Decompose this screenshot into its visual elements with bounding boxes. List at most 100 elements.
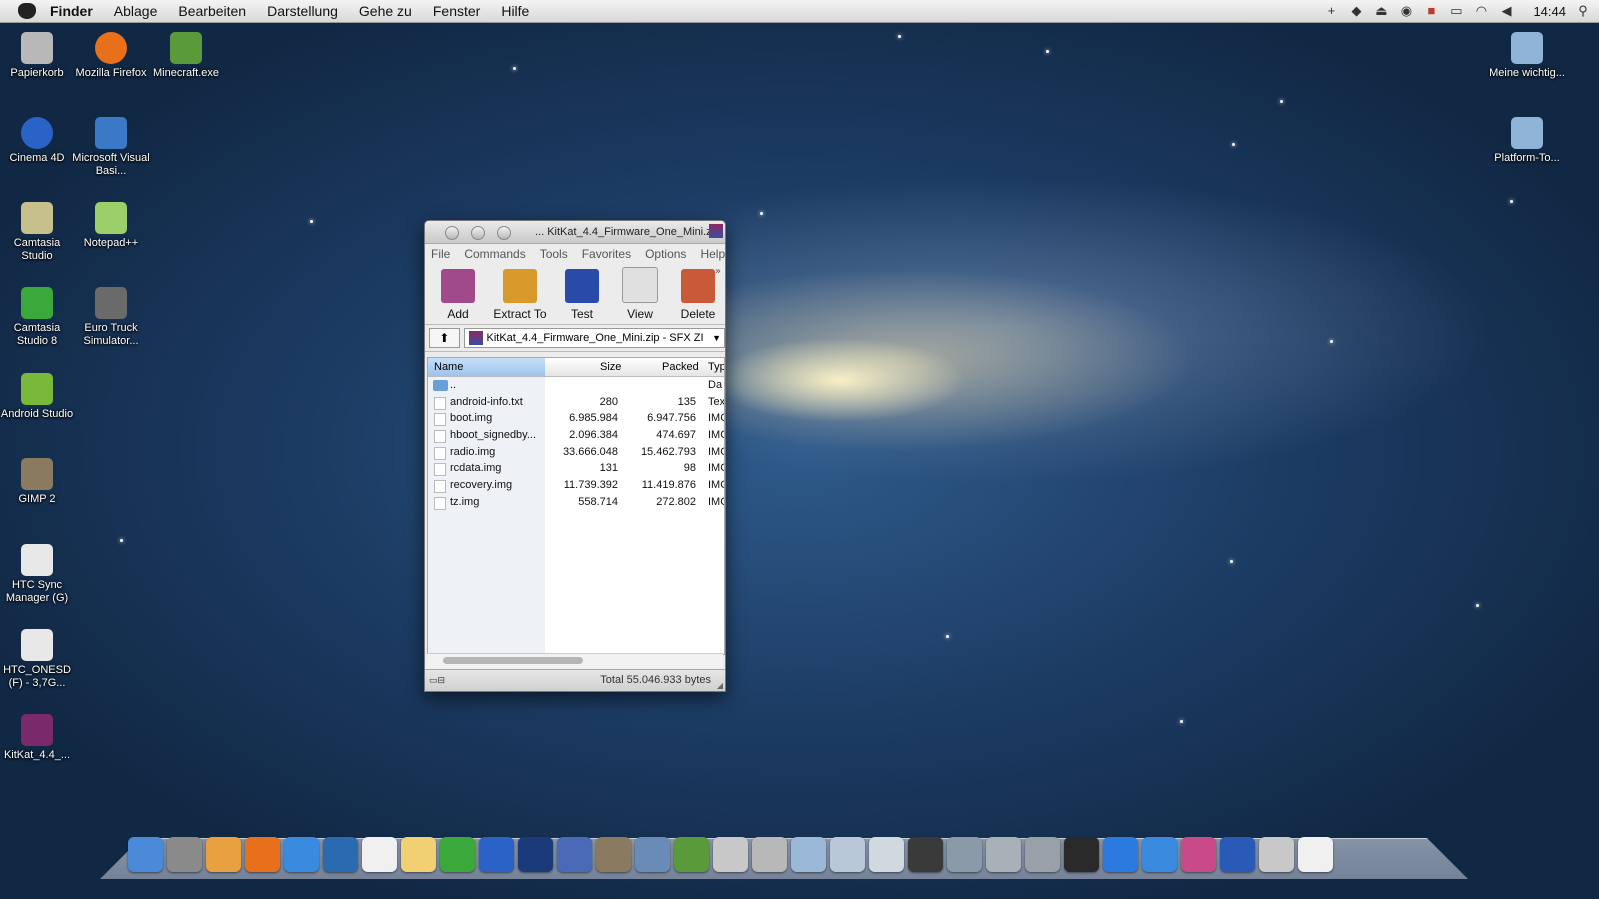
desktop-icon-android-studio[interactable]: Android Studio <box>0 373 77 421</box>
imovie-icon[interactable] <box>557 837 592 872</box>
toolbar-overflow-icon[interactable]: » <box>715 266 721 277</box>
desktop-icon-platform-tools[interactable]: Platform-To... <box>1487 117 1567 165</box>
menu-darstellung[interactable]: Darstellung <box>267 3 338 19</box>
table-row[interactable]: recovery.img 11.739.392 11.419.876 IMG <box>428 477 724 494</box>
desktop-icon-camtasia-studio[interactable]: Camtasia Studio <box>0 202 77 263</box>
chevron-down-icon[interactable]: ▼ <box>712 329 721 347</box>
desktop-icon-notepad-plus[interactable]: Notepad++ <box>71 202 151 250</box>
column-packed[interactable]: Packed <box>662 361 699 373</box>
power-icon[interactable] <box>908 837 943 872</box>
table-row[interactable]: hboot_signedby... 2.096.384 474.697 IMG <box>428 427 724 444</box>
windows-icon[interactable] <box>1220 837 1255 872</box>
scrollbar-thumb[interactable] <box>443 657 583 664</box>
menu-finder[interactable]: Finder <box>50 3 93 19</box>
desktop-icon-htc-sync[interactable]: HTC Sync Manager (G) <box>0 544 77 605</box>
window-titlebar[interactable]: ... KitKat_4.4_Firmware_One_Mini.zip <box>425 221 725 244</box>
menu-hilfe[interactable]: Hilfe <box>501 3 529 19</box>
zoom-button[interactable] <box>497 226 511 240</box>
desktop-icon-meine-wichtig[interactable]: Meine wichtig... <box>1487 32 1567 80</box>
close-button[interactable] <box>445 226 459 240</box>
itunes-icon[interactable] <box>1103 837 1138 872</box>
table-row[interactable]: boot.img 6.985.984 6.947.756 IMG <box>428 410 724 427</box>
desktop-icon-visual-basic[interactable]: Microsoft Visual Basi... <box>71 117 151 178</box>
time-machine-icon[interactable]: ◉ <box>1398 4 1414 18</box>
archive-path-combo[interactable]: KitKat_4.4_Firmware_One_Mini.zip - SFX Z… <box>463 328 725 348</box>
document-icon[interactable] <box>1298 837 1333 872</box>
desktop-icon-gimp[interactable]: GIMP 2 <box>0 458 77 506</box>
minimize-button[interactable] <box>471 226 485 240</box>
menu-help[interactable]: Help <box>700 247 725 261</box>
battery-icon[interactable]: ▭ <box>1448 4 1464 18</box>
add-button[interactable]: Add <box>433 269 483 324</box>
twitter-icon[interactable] <box>947 837 982 872</box>
wifi-icon[interactable]: ◠ <box>1473 4 1489 18</box>
column-type[interactable]: Typ <box>708 361 724 373</box>
up-folder-button[interactable]: ⬆ <box>429 328 460 348</box>
menu-commands[interactable]: Commands <box>464 247 525 261</box>
resize-grip-icon[interactable]: ◢ <box>717 681 723 690</box>
desktop-icon-camtasia-studio-8[interactable]: Camtasia Studio 8 <box>0 287 77 348</box>
trash-icon[interactable] <box>1259 837 1294 872</box>
drive-status-icon[interactable]: ▭⊟ <box>429 675 459 686</box>
column-size[interactable]: Size <box>600 361 621 373</box>
eject-icon[interactable]: ⏏ <box>1373 4 1389 18</box>
finder-icon[interactable] <box>128 837 163 872</box>
extract-to-button[interactable]: Extract To <box>491 269 549 324</box>
column-name[interactable]: Name <box>428 358 545 376</box>
test-button[interactable]: Test <box>557 269 607 324</box>
menu-tools[interactable]: Tools <box>540 247 568 261</box>
table-row[interactable]: android-info.txt 280 135 Tex <box>428 394 724 411</box>
desktop-icon-papierkorb[interactable]: Papierkorb <box>0 32 77 80</box>
menu-file[interactable]: File <box>431 247 450 261</box>
menu-options[interactable]: Options <box>645 247 686 261</box>
desktop-icon-kitkat-zip[interactable]: KitKat_4.4_... <box>0 714 77 762</box>
stickies-icon[interactable] <box>401 837 436 872</box>
quicktime-icon[interactable] <box>323 837 358 872</box>
utility-icon[interactable] <box>752 837 787 872</box>
menu-bearbeiten[interactable]: Bearbeiten <box>178 3 246 19</box>
media-icon[interactable] <box>1181 837 1216 872</box>
menu-fenster[interactable]: Fenster <box>433 3 480 19</box>
applications-folder-icon[interactable] <box>791 837 826 872</box>
dashboard-icon[interactable] <box>206 837 241 872</box>
audio-icon[interactable] <box>635 837 670 872</box>
delete-button[interactable]: Delete <box>673 269 723 324</box>
app-store-icon[interactable] <box>713 837 748 872</box>
table-row[interactable]: rcdata.img 131 98 IMG <box>428 460 724 477</box>
textedit-icon[interactable] <box>362 837 397 872</box>
volume-muted-icon[interactable]: ◀ <box>1498 4 1514 18</box>
desktop-icon-htc-onesd[interactable]: HTC_ONESD (F) - 3,7G... <box>0 629 77 690</box>
table-row[interactable]: tz.img 558.714 272.802 IMG <box>428 494 724 511</box>
tv-icon[interactable] <box>986 837 1021 872</box>
apple-icon[interactable] <box>18 3 36 19</box>
plus-icon[interactable]: + <box>1323 4 1339 18</box>
system-preferences-icon[interactable] <box>167 837 202 872</box>
desktop-icon-firefox[interactable]: Mozilla Firefox <box>71 32 151 80</box>
safari-icon[interactable] <box>284 837 319 872</box>
launcher-icon[interactable] <box>1025 837 1060 872</box>
horizontal-scrollbar[interactable] <box>427 653 723 668</box>
menu-clock[interactable]: 14:44 <box>1533 4 1566 19</box>
minecraft-icon[interactable] <box>674 837 709 872</box>
menu-ablage[interactable]: Ablage <box>114 3 158 19</box>
view-button[interactable]: View <box>615 267 665 324</box>
camtasia-icon[interactable] <box>440 837 475 872</box>
table-row[interactable]: radio.img 33.666.048 15.462.793 IMG <box>428 444 724 461</box>
photoshop-icon[interactable] <box>518 837 553 872</box>
firefox-icon[interactable] <box>245 837 280 872</box>
appstore-blue-icon[interactable] <box>1142 837 1177 872</box>
spotlight-search-icon[interactable]: ⚲ <box>1575 4 1591 18</box>
cloud-icon[interactable] <box>869 837 904 872</box>
dropbox-icon[interactable]: ◆ <box>1348 4 1364 18</box>
share-icon[interactable] <box>830 837 865 872</box>
desktop-icon-euro-truck[interactable]: Euro Truck Simulator... <box>71 287 151 348</box>
cinema4d-icon[interactable] <box>479 837 514 872</box>
menu-favorites[interactable]: Favorites <box>582 247 631 261</box>
menu-gehe-zu[interactable]: Gehe zu <box>359 3 412 19</box>
dashboard-gauge-icon[interactable] <box>1064 837 1099 872</box>
adobe-icon[interactable]: ■ <box>1423 4 1439 18</box>
table-row[interactable]: .. Da <box>428 377 724 394</box>
gimp-icon[interactable] <box>596 837 631 872</box>
desktop-icon-minecraft[interactable]: Minecraft.exe <box>146 32 226 80</box>
desktop-icon-cinema4d[interactable]: Cinema 4D <box>0 117 77 165</box>
